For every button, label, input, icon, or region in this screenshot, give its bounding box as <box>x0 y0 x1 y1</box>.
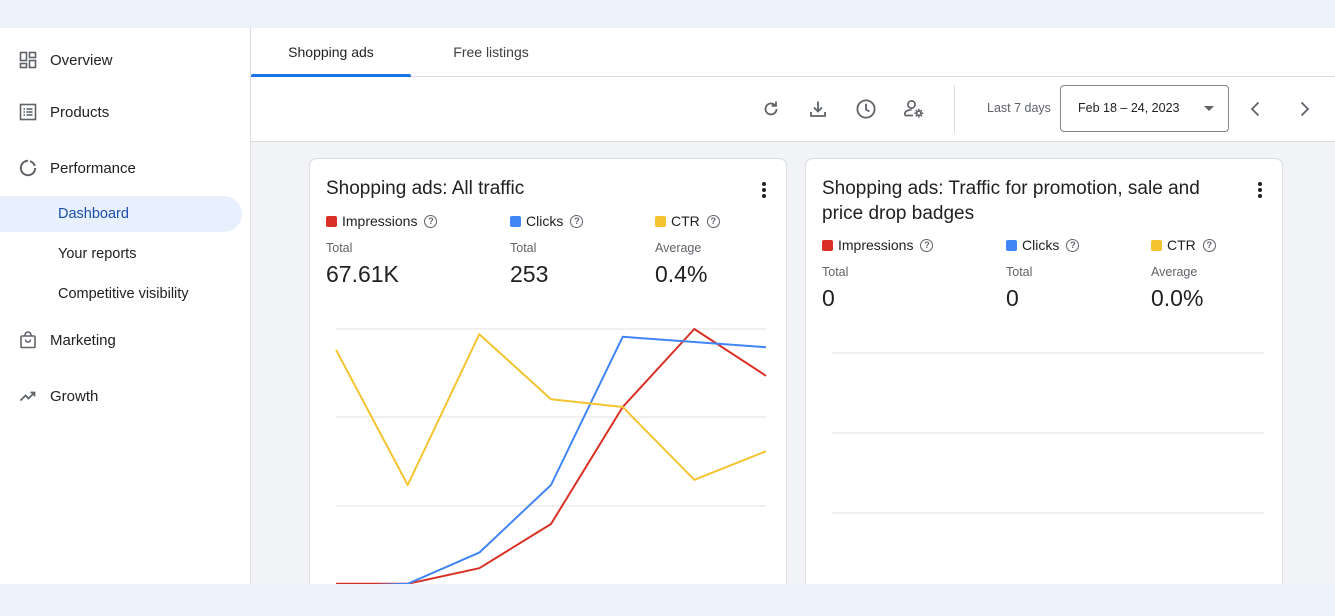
tab-shopping-ads[interactable]: Shopping ads <box>251 28 411 77</box>
metric-label: Clicks <box>1022 237 1060 253</box>
chevron-right-icon <box>1300 101 1310 117</box>
history-button[interactable] <box>854 97 878 121</box>
toolbar: Last 7 days Feb 18 – 24, 2023 <box>251 77 1335 142</box>
manage-accounts-button[interactable] <box>902 97 926 121</box>
caret-down-icon <box>1204 106 1214 111</box>
metric-sub-label: Total <box>822 265 849 279</box>
sidebar-subitem-competitive-visibility[interactable]: Competitive visibility <box>0 276 242 312</box>
clicks-swatch <box>1006 239 1017 251</box>
metric-sub-label: Total <box>1006 265 1033 279</box>
metric-clicks[interactable]: Clicks ? Total 253 <box>510 212 584 288</box>
sidebar-item-label: Products <box>50 103 110 121</box>
metric-label: CTR <box>1167 237 1196 253</box>
sidebar-item-label: Marketing <box>50 331 116 349</box>
metric-sub-label: Average <box>655 241 702 255</box>
previous-period-button[interactable] <box>1244 97 1268 121</box>
metric-sub-label: Average <box>1151 265 1198 279</box>
shopping-bag-icon <box>20 331 36 349</box>
sidebar-item-label: Growth <box>50 387 99 405</box>
sidebar-subitem-label: Competitive visibility <box>58 286 189 302</box>
toolbar-divider <box>954 85 955 133</box>
chevron-left-icon <box>1250 101 1260 117</box>
tab-label: Shopping ads <box>288 44 374 60</box>
metric-label: CTR <box>671 213 700 229</box>
impressions-swatch <box>822 239 833 251</box>
sidebar-item-overview[interactable]: Overview <box>0 42 242 78</box>
sidebar-item-label: Performance <box>50 159 136 177</box>
tab-label: Free listings <box>453 44 529 60</box>
metric-ctr[interactable]: CTR ? Average 0.0% <box>1151 236 1216 312</box>
app: Overview Products Performance Dashboard <box>0 28 1335 584</box>
manage-accounts-icon <box>903 100 924 118</box>
metric-clicks[interactable]: Clicks ? Total 0 <box>1006 236 1080 312</box>
card-all-traffic: Shopping ads: All traffic Impressions ? … <box>309 158 787 584</box>
metric-ctr[interactable]: CTR ? Average 0.4% <box>655 212 720 288</box>
metric-label: Clicks <box>526 213 564 229</box>
metric-value: 0.0% <box>1151 285 1204 311</box>
download-icon <box>810 101 826 117</box>
metric-label: Impressions <box>838 237 914 253</box>
help-icon[interactable]: ? <box>1066 238 1080 252</box>
sidebar-item-growth[interactable]: Growth <box>0 378 242 414</box>
date-range-value: Feb 18 – 24, 2023 <box>1078 101 1180 115</box>
refresh-button[interactable] <box>759 97 783 121</box>
ctr-swatch <box>655 215 666 227</box>
trending-up-icon <box>19 391 36 402</box>
more-vert-icon[interactable] <box>1252 180 1268 200</box>
date-range-label: Last 7 days <box>987 101 1051 115</box>
metric-sub-label: Total <box>510 241 537 255</box>
promotion-line-chart <box>832 352 1264 514</box>
series-line-ctr <box>335 333 767 486</box>
metric-value: 67.61K <box>326 261 399 287</box>
card-promotion-traffic: Shopping ads: Traffic for promotion, sal… <box>805 158 1283 584</box>
traffic-line-chart <box>335 328 767 584</box>
card-title: Shopping ads: All traffic <box>326 178 525 199</box>
tab-bar: Shopping ads Free listings <box>251 28 1335 77</box>
help-icon[interactable]: ? <box>1202 238 1216 252</box>
sidebar-item-products[interactable]: Products <box>0 94 242 130</box>
series-line-clicks <box>374 335 767 584</box>
ctr-swatch <box>1151 239 1162 251</box>
dashboard-content: Shopping ads: All traffic Impressions ? … <box>251 142 1335 584</box>
metric-label: Impressions <box>342 213 418 229</box>
help-icon[interactable]: ? <box>570 214 584 228</box>
donut-chart-icon <box>19 159 37 177</box>
more-vert-icon[interactable] <box>756 180 772 200</box>
help-icon[interactable]: ? <box>424 214 438 228</box>
help-icon[interactable]: ? <box>706 214 720 228</box>
metric-impressions[interactable]: Impressions ? Total 0 <box>822 236 934 312</box>
sidebar-item-label: Overview <box>50 51 113 69</box>
date-range-dropdown[interactable]: Feb 18 – 24, 2023 <box>1060 85 1229 132</box>
metric-sub-label: Total <box>326 241 353 255</box>
help-icon[interactable]: ? <box>920 238 934 252</box>
download-button[interactable] <box>806 97 830 121</box>
dashboard-icon <box>19 51 37 69</box>
sidebar-subitem-dashboard[interactable]: Dashboard <box>0 196 242 232</box>
series-line-impressions <box>336 328 767 584</box>
sidebar-item-performance[interactable]: Performance <box>0 150 242 186</box>
sidebar: Overview Products Performance Dashboard <box>0 28 251 584</box>
refresh-icon <box>764 101 778 116</box>
clicks-swatch <box>510 215 521 227</box>
sidebar-subitem-label: Dashboard <box>58 206 129 222</box>
metric-impressions[interactable]: Impressions ? Total 67.61K <box>326 212 438 288</box>
metric-value: 0 <box>1006 285 1019 311</box>
list-icon <box>19 103 37 121</box>
metric-value: 0 <box>822 285 835 311</box>
next-period-button[interactable] <box>1292 97 1316 121</box>
tab-free-listings[interactable]: Free listings <box>411 28 571 76</box>
metric-value: 253 <box>510 261 549 287</box>
sidebar-subitem-label: Your reports <box>58 246 137 262</box>
metric-value: 0.4% <box>655 261 708 287</box>
impressions-swatch <box>326 215 337 227</box>
sidebar-item-marketing[interactable]: Marketing <box>0 322 242 358</box>
history-icon <box>856 99 876 119</box>
card-title: Shopping ads: Traffic for promotion, sal… <box>822 178 1200 224</box>
sidebar-subitem-your-reports[interactable]: Your reports <box>0 236 242 272</box>
